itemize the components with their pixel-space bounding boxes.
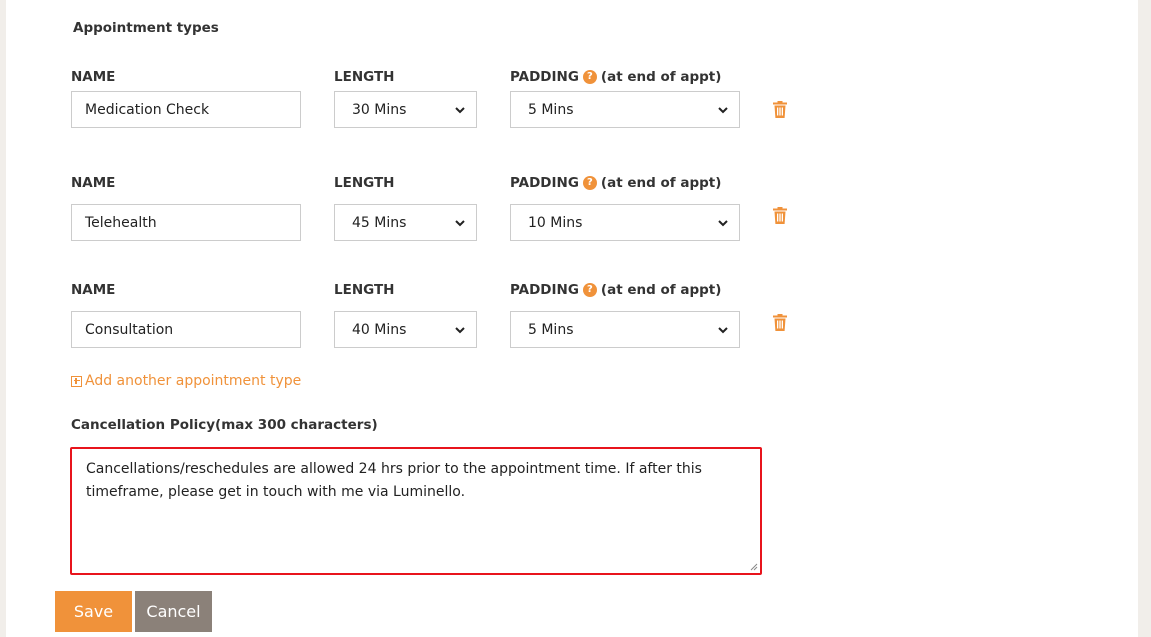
appointment-name-input[interactable]: Consultation: [71, 311, 301, 348]
padding-select-value: 10 Mins: [528, 214, 583, 231]
length-label: LENGTH: [334, 282, 395, 298]
trash-icon[interactable]: [773, 207, 787, 224]
question-circle-icon[interactable]: ?: [582, 70, 597, 84]
padding-select[interactable]: 5 Mins: [510, 91, 740, 128]
padding-select[interactable]: 10 Mins: [510, 204, 740, 241]
add-appointment-type-link[interactable]: Add another appointment type: [71, 373, 301, 389]
appointment-settings-card: Appointment types NAME LENGTH PADDING ? …: [6, 0, 1138, 637]
name-label: NAME: [71, 282, 116, 298]
appointment-type-row: NAME LENGTH PADDING ? (at end of appt) C…: [6, 282, 1138, 362]
trash-icon[interactable]: [773, 101, 787, 118]
cancellation-policy-label: Cancellation Policy(max 300 characters): [71, 417, 378, 433]
length-select[interactable]: 40 Mins: [334, 311, 477, 348]
length-label: LENGTH: [334, 69, 395, 85]
padding-select[interactable]: 5 Mins: [510, 311, 740, 348]
length-label: LENGTH: [334, 175, 395, 191]
cancel-button[interactable]: Cancel: [135, 591, 212, 632]
padding-label-text: PADDING: [510, 282, 579, 298]
padding-select-value: 5 Mins: [528, 321, 574, 338]
name-label: NAME: [71, 175, 116, 191]
name-label: NAME: [71, 69, 116, 85]
chevron-down-icon: [718, 219, 728, 226]
appointment-name-input[interactable]: Medication Check: [71, 91, 301, 128]
length-select-value: 30 Mins: [352, 101, 407, 118]
appointment-name-input[interactable]: Telehealth: [71, 204, 301, 241]
save-button[interactable]: Save: [55, 591, 132, 632]
padding-label: PADDING ? (at end of appt): [510, 175, 721, 191]
resize-grip-icon[interactable]: [750, 563, 758, 571]
section-title: Appointment types: [73, 20, 219, 36]
chevron-down-icon: [718, 106, 728, 113]
question-circle-icon[interactable]: ?: [582, 176, 597, 190]
padding-label-text: PADDING: [510, 69, 579, 85]
chevron-down-icon: [455, 106, 465, 113]
padding-label-suffix: (at end of appt): [600, 282, 722, 298]
plus-square-icon: [71, 375, 82, 387]
padding-label-text: PADDING: [510, 175, 579, 191]
question-circle-icon[interactable]: ?: [582, 283, 597, 297]
padding-select-value: 5 Mins: [528, 101, 574, 118]
cancellation-policy-text: Cancellations/reschedules are allowed 24…: [86, 461, 702, 500]
length-select-value: 45 Mins: [352, 214, 407, 231]
trash-icon[interactable]: [773, 314, 787, 331]
padding-label: PADDING ? (at end of appt): [510, 282, 721, 298]
chevron-down-icon: [455, 326, 465, 333]
length-select-value: 40 Mins: [352, 321, 407, 338]
appointment-type-row: NAME LENGTH PADDING ? (at end of appt) M…: [6, 69, 1138, 149]
chevron-down-icon: [718, 326, 728, 333]
padding-label-suffix: (at end of appt): [600, 175, 722, 191]
padding-label: PADDING ? (at end of appt): [510, 69, 721, 85]
appointment-type-row: NAME LENGTH PADDING ? (at end of appt) T…: [6, 175, 1138, 255]
add-appointment-type-label: Add another appointment type: [85, 373, 302, 389]
cancellation-policy-textarea[interactable]: Cancellations/reschedules are allowed 24…: [70, 447, 762, 575]
length-select[interactable]: 30 Mins: [334, 91, 477, 128]
chevron-down-icon: [455, 219, 465, 226]
length-select[interactable]: 45 Mins: [334, 204, 477, 241]
padding-label-suffix: (at end of appt): [600, 69, 722, 85]
